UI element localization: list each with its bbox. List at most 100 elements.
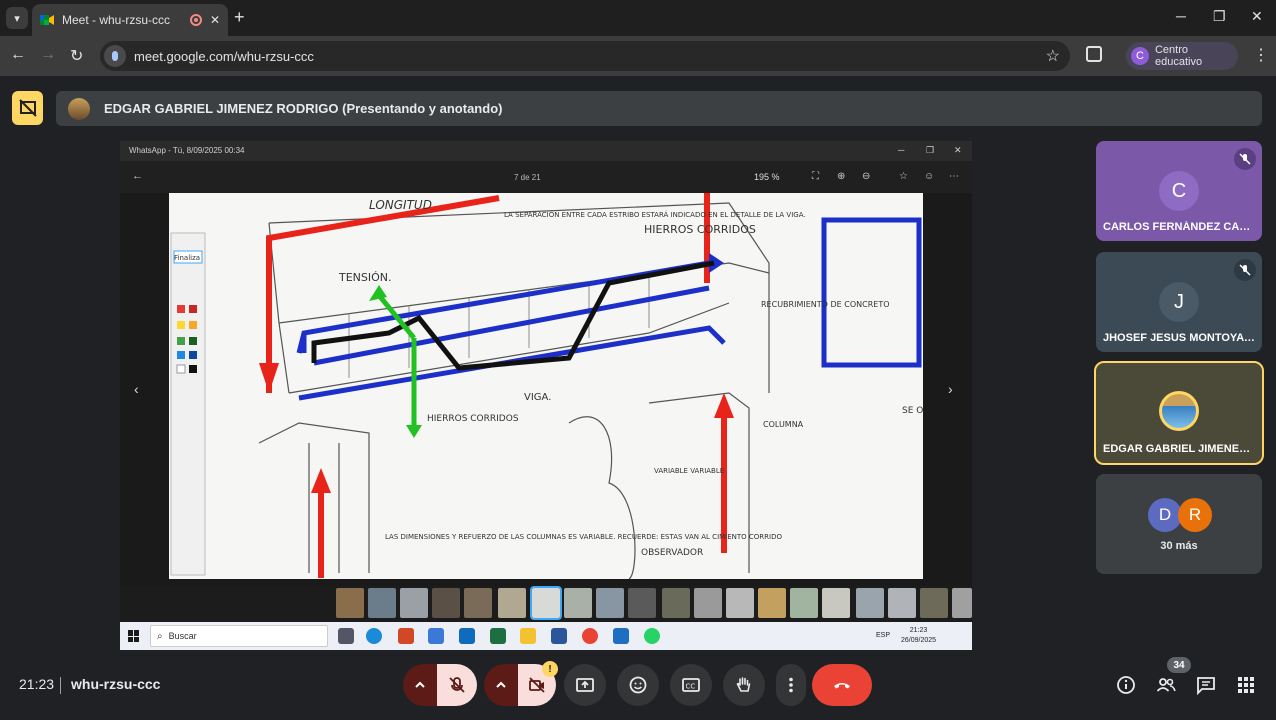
taskbar-language[interactable]: ESP [876, 632, 890, 639]
minimize-icon[interactable]: ─ [1176, 8, 1186, 24]
avatar: J [1159, 282, 1199, 322]
site-mic-icon[interactable] [104, 45, 126, 67]
thumbnail[interactable] [400, 588, 428, 618]
thumbnail[interactable] [694, 588, 722, 618]
thumbnail[interactable] [726, 588, 754, 618]
label-viga: VIGA. [524, 392, 551, 403]
profile-button[interactable]: C Centro educativo [1126, 42, 1238, 70]
captions-button[interactable]: CC [670, 664, 712, 706]
windows-start-icon[interactable] [128, 630, 140, 642]
more-participants-tile[interactable]: D R 30 más [1096, 474, 1262, 574]
chat-icon[interactable] [1195, 674, 1217, 696]
shared-screen: WhatsApp - Tú, 8/09/2025 00:34 ─ ❐ ✕ ← 7… [120, 141, 972, 650]
task-view-icon[interactable] [338, 628, 354, 644]
thumbnail-selected[interactable] [530, 586, 562, 620]
taskbar-clock[interactable]: 21:23 26/09/2025 [901, 626, 936, 646]
back-icon[interactable]: ← [10, 46, 26, 64]
thumbnail[interactable] [432, 588, 460, 618]
thumbnail[interactable] [790, 588, 818, 618]
wa-minimize-icon[interactable]: ─ [898, 145, 904, 155]
whatsapp-icon[interactable] [644, 628, 660, 644]
browser-tab-bar: ▾ Meet - whu-rzsu-ccc ✕ + ─ ❐ ✕ [0, 0, 1276, 36]
chrome-icon[interactable] [582, 628, 598, 644]
close-tab-icon[interactable]: ✕ [210, 13, 220, 27]
thumbnail[interactable] [888, 588, 916, 618]
more-options-button[interactable] [776, 664, 806, 706]
star-icon[interactable]: ☆ [899, 171, 908, 182]
emoji-icon[interactable]: ☺ [924, 171, 934, 182]
taskbar-search[interactable]: ⌕ Buscar [150, 625, 328, 647]
stop-presenting-icon[interactable] [12, 91, 43, 125]
thumbnail[interactable] [856, 588, 884, 618]
reactions-button[interactable] [617, 664, 659, 706]
thumbnail[interactable] [952, 588, 972, 618]
paint-icon[interactable] [613, 628, 629, 644]
thumbnail[interactable] [336, 588, 364, 618]
thumbnail[interactable] [498, 588, 526, 618]
tab-title: Meet - whu-rzsu-ccc [62, 13, 171, 27]
video-options-button[interactable] [484, 664, 518, 706]
mic-toggle-button[interactable] [437, 664, 477, 706]
participant-tile[interactable]: C CARLOS FERNÁNDEZ CALD... [1096, 141, 1262, 241]
label-recubrimiento: RECUBRIMIENTO DE CONCRETO [761, 300, 890, 309]
thumbnail[interactable] [368, 588, 396, 618]
raise-hand-button[interactable] [723, 664, 765, 706]
tab-search-chevron-icon[interactable]: ▾ [6, 7, 28, 29]
new-tab-icon[interactable]: + [234, 8, 245, 26]
more-options-icon[interactable]: ⋯ [949, 171, 959, 182]
next-image-icon[interactable]: › [948, 381, 953, 397]
thumbnail[interactable] [464, 588, 492, 618]
store-icon[interactable] [428, 628, 444, 644]
thumbnail-strip [120, 586, 972, 622]
wa-restore-icon[interactable]: ❐ [926, 145, 934, 156]
tab-meet[interactable]: Meet - whu-rzsu-ccc ✕ [32, 4, 228, 36]
more-participants-avatars: D R [1148, 498, 1218, 534]
bookmark-star-icon[interactable]: ☆ [1046, 46, 1060, 66]
zoom-level[interactable]: 195 % [754, 172, 780, 182]
wa-close-icon[interactable]: ✕ [954, 145, 962, 156]
thumbnail[interactable] [822, 588, 850, 618]
forward-icon[interactable]: → [40, 46, 56, 64]
thumbnail[interactable] [662, 588, 690, 618]
audio-options-button[interactable] [403, 664, 437, 706]
thumbnail[interactable] [628, 588, 656, 618]
close-window-icon[interactable]: ✕ [1251, 8, 1263, 25]
url-text: meet.google.com/whu-rzsu-ccc [134, 48, 314, 64]
reload-icon[interactable]: ↻ [70, 46, 83, 66]
edge-icon[interactable] [366, 628, 382, 644]
word-icon[interactable] [551, 628, 567, 644]
label-tension: TENSIÓN. [338, 271, 392, 284]
zoom-in-icon[interactable]: ⊕ [837, 171, 845, 182]
file-explorer-icon[interactable] [520, 628, 536, 644]
meeting-details-icon[interactable] [1115, 674, 1137, 696]
thumbnail[interactable] [758, 588, 786, 618]
participant-name: EDGAR GABRIEL JIMENEZ R... [1103, 443, 1255, 455]
viewer-back-icon[interactable]: ← [132, 170, 143, 182]
thumbnail[interactable] [920, 588, 948, 618]
restore-icon[interactable]: ❐ [1213, 8, 1226, 25]
leave-call-button[interactable] [812, 664, 872, 706]
beam-drawing: LONGITUD LA SEPARACIÓN ENTRE CADA ESTRIB… [169, 193, 923, 579]
presenter-banner: EDGAR GABRIEL JIMENEZ RODRIGO (Presentan… [56, 91, 1262, 126]
excel-icon[interactable] [490, 628, 506, 644]
activities-icon[interactable] [1235, 674, 1257, 696]
participant-tile-active[interactable]: EDGAR GABRIEL JIMENEZ R... [1094, 361, 1264, 465]
image-viewer-area: ‹ › LONGITUD LA SEPARACIÓN ENTRE CADA ES… [120, 193, 972, 586]
thumbnail[interactable] [564, 588, 592, 618]
browser-menu-icon[interactable]: ⋮ [1253, 45, 1269, 65]
mail-icon[interactable] [459, 628, 475, 644]
participant-name: JHOSEF JESUS MONTOYA T... [1103, 332, 1255, 344]
powerpoint-icon[interactable] [398, 628, 414, 644]
zoom-out-icon[interactable]: ⊖ [862, 171, 870, 182]
people-icon[interactable] [1155, 674, 1177, 696]
label-hierros-top: HIERROS CORRIDOS [644, 223, 756, 236]
participant-tile[interactable]: J JHOSEF JESUS MONTOYA T... [1096, 252, 1262, 352]
fit-screen-icon[interactable]: ⛶ [812, 171, 819, 182]
warning-badge: ! [542, 661, 558, 677]
thumbnail[interactable] [596, 588, 624, 618]
present-screen-button[interactable] [564, 664, 606, 706]
avatar: D [1148, 498, 1182, 532]
prev-image-icon[interactable]: ‹ [134, 381, 139, 397]
address-bar[interactable]: meet.google.com/whu-rzsu-ccc ☆ [100, 41, 1070, 71]
extensions-icon[interactable] [1086, 46, 1102, 62]
